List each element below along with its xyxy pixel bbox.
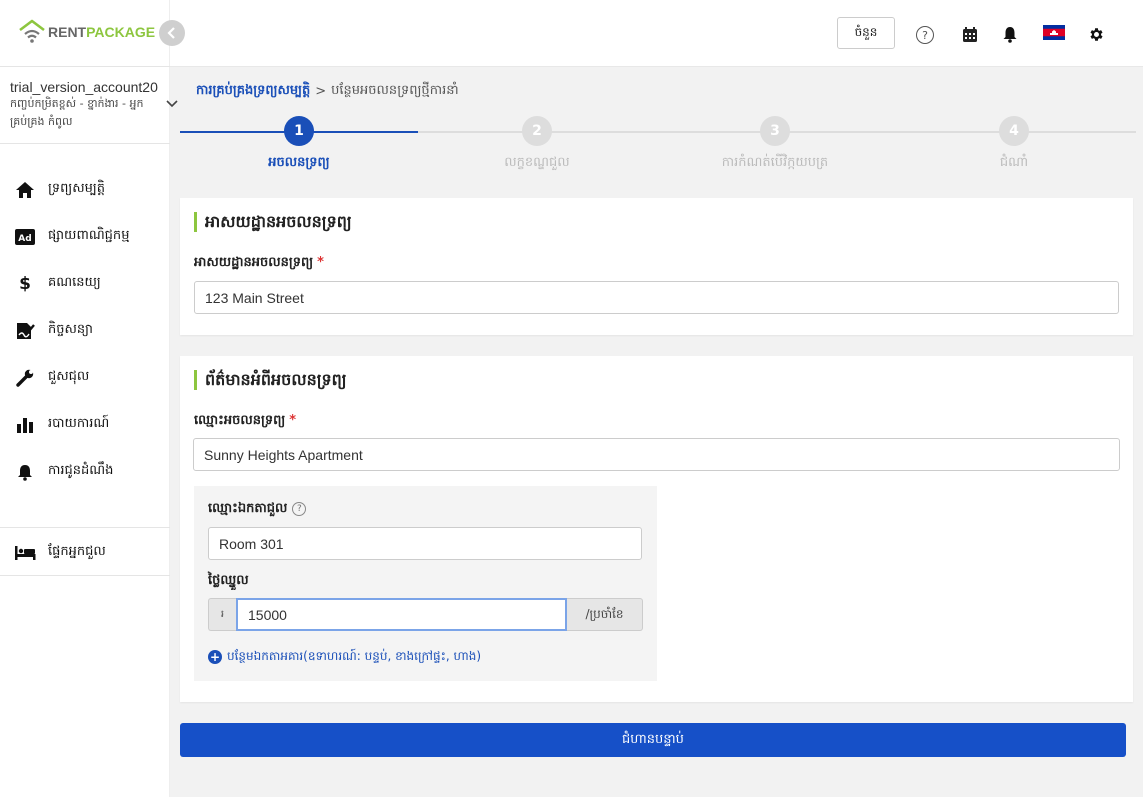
help-icon[interactable]: ?: [916, 26, 934, 44]
plus-circle-icon: +: [208, 650, 222, 664]
next-step-button[interactable]: ជំហានបន្ទាប់: [180, 723, 1126, 757]
step-number: 4: [999, 116, 1029, 146]
bed-icon: [14, 542, 36, 564]
ad-icon: Ad: [14, 226, 36, 248]
property-name-label-text: ឈ្មោះអចលនទ្រព្យ: [194, 413, 286, 428]
add-unit-link[interactable]: + បន្ថែមឯកតាអគារ(ឧទាហរណ៍: បន្ទប់, ខាងក្រ…: [208, 648, 481, 666]
brand-logo[interactable]: RENTPACKAGE: [18, 18, 155, 46]
sidebar-item-label: ផ្ទែកអ្នកជួល: [48, 544, 106, 559]
required-marker: *: [317, 255, 324, 270]
currency-prefix: ៛: [208, 598, 236, 631]
notification-bell-icon[interactable]: [1000, 24, 1020, 44]
top-header: ចំនួន ?: [170, 0, 1143, 67]
breadcrumb-separator: >: [315, 84, 327, 99]
dollar-icon: $: [19, 273, 31, 294]
sidebar-item-maintenance[interactable]: ជួសជុល: [0, 354, 170, 401]
progress-stepper: 1 អចលនទ្រព្យ 2 លក្ខខណ្ឌជួល 3 ការកំណត់បើវ…: [180, 116, 1136, 176]
address-label: អាសយដ្ឋានអចលនទ្រព្យ *: [194, 254, 324, 273]
sidebar-item-contracts[interactable]: កិច្ចសន្យា: [0, 307, 170, 354]
settings-gear-icon[interactable]: [1086, 24, 1106, 44]
property-info-section: ព័ត៌មានអំពីអចលនទ្រព្យ ឈ្មោះអចលនទ្រព្យ * S…: [180, 356, 1133, 702]
sidebar-item-notifications[interactable]: ការជូនដំណឹង: [0, 448, 170, 495]
brand-name: RENTPACKAGE: [48, 24, 156, 40]
sidebar-item-label: គណនេយ្យ: [48, 275, 101, 290]
cambodia-flag-icon[interactable]: [1043, 24, 1065, 40]
address-label-text: អាសយដ្ឋានអចលនទ្រព្យ: [194, 255, 314, 270]
breadcrumb-current: បន្ថែមអចលនទ្រព្យថ្មីការនាំ: [331, 83, 459, 98]
wrench-icon: [14, 367, 36, 389]
unit-name-input[interactable]: Room 301: [208, 527, 642, 560]
step-number: 3: [760, 116, 790, 146]
step-4[interactable]: 4 ជំណាំ: [954, 116, 1074, 173]
home-icon: [14, 179, 36, 201]
account-role: កញ្ចប់កម្រិតខ្ពស់ - ខ្នាក់ងារ - អ្នកគ្រប…: [10, 97, 144, 128]
calendar-icon[interactable]: [960, 24, 980, 44]
rental-unit-box: ឈ្មោះឯកតាជួល? Room 301 ថ្លៃឈ្នួល ៛ 15000…: [194, 486, 657, 681]
count-button[interactable]: ចំនួន: [837, 17, 895, 49]
rent-label: ថ្លៃឈ្នួល: [208, 573, 249, 588]
step-2[interactable]: 2 លក្ខខណ្ឌជួល: [477, 116, 597, 173]
step-label: ការកំណត់បើវិក្កយបត្រ: [721, 155, 829, 170]
sidebar-item-properties[interactable]: ទ្រព្យសម្បត្តិ: [0, 166, 170, 213]
unit-name-label: ឈ្មោះឯកតាជួល?: [208, 500, 307, 519]
chevron-left-icon: [167, 27, 175, 39]
chart-icon: [14, 414, 36, 436]
step-label: ជំណាំ: [999, 155, 1029, 170]
breadcrumb-link-property-management[interactable]: ការគ្រប់គ្រងទ្រព្យសម្បត្តិ: [196, 82, 310, 101]
bell-icon: [14, 461, 36, 483]
property-name-input[interactable]: Sunny Heights Apartment: [193, 438, 1120, 471]
help-icon[interactable]: ?: [292, 501, 307, 516]
contract-icon: [14, 320, 36, 342]
rent-period-suffix: /ប្រចាំខែ: [567, 598, 643, 631]
section-title: អាសយដ្ឋានអចលនទ្រព្យ: [194, 212, 352, 232]
sidebar: RENTPACKAGE trial_version_account20 កញ្ច…: [0, 0, 178, 797]
unit-name-label-text: ឈ្មោះឯកតាជួល: [208, 501, 288, 516]
chevron-down-icon[interactable]: [166, 97, 178, 111]
sidebar-item-label: ផ្សាយពាណិជ្ជកម្ម: [48, 228, 130, 243]
sidebar-item-label: ទ្រព្យសម្បត្តិ: [48, 181, 106, 196]
address-input[interactable]: 123 Main Street: [194, 281, 1119, 314]
sidebar-item-reports[interactable]: របាយការណ៍: [0, 401, 170, 448]
step-number: 1: [284, 116, 314, 146]
step-label: លក្ខខណ្ឌជួល: [504, 155, 570, 170]
required-marker: *: [289, 413, 297, 428]
step-label: អចលនទ្រព្យ: [268, 155, 330, 170]
sidebar-item-label: របាយការណ៍: [48, 416, 110, 431]
step-1[interactable]: 1 អចលនទ្រព្យ: [239, 116, 359, 173]
address-section: អាសយដ្ឋានអចលនទ្រព្យ អាសយដ្ឋានអចលនទ្រព្យ *…: [180, 198, 1133, 335]
sidebar-item-tenant[interactable]: ផ្ទែកអ្នកជួល: [0, 530, 170, 576]
sidebar-item-label: កិច្ចសន្យា: [48, 322, 93, 337]
add-unit-label: បន្ថែមឯកតាអគារ(ឧទាហរណ៍: បន្ទប់, ខាងក្រៅផ…: [227, 649, 482, 663]
sidebar-nav: ទ្រព្យសម្បត្តិ Ad ផ្សាយពាណិជ្ជកម្ម $ គណន…: [0, 166, 170, 495]
sidebar-divider: [0, 527, 170, 528]
account-switcher[interactable]: trial_version_account20 កញ្ចប់កម្រិតខ្ពស…: [0, 66, 178, 144]
step-3[interactable]: 3 ការកំណត់បើវិក្កយបត្រ: [695, 116, 855, 173]
sidebar-item-label: ការជូនដំណឹង: [48, 463, 114, 478]
step-number: 2: [522, 116, 552, 146]
sidebar-item-accounting[interactable]: $ គណនេយ្យ: [0, 260, 170, 307]
svg-text:Ad: Ad: [18, 234, 31, 244]
account-name: trial_version_account20: [10, 79, 158, 95]
wifi-house-logo-icon: [18, 18, 46, 46]
sidebar-item-advertising[interactable]: Ad ផ្សាយពាណិជ្ជកម្ម: [0, 213, 170, 260]
section-title: ព័ត៌មានអំពីអចលនទ្រព្យ: [194, 370, 347, 390]
sidebar-collapse-button[interactable]: [159, 20, 185, 46]
sidebar-item-label: ជួសជុល: [48, 369, 90, 384]
breadcrumb: ការគ្រប់គ្រងទ្រព្យសម្បត្តិ > បន្ថែមអចលនទ…: [196, 82, 459, 101]
property-name-label: ឈ្មោះអចលនទ្រព្យ *: [194, 412, 296, 431]
rent-input[interactable]: 15000: [236, 598, 567, 631]
